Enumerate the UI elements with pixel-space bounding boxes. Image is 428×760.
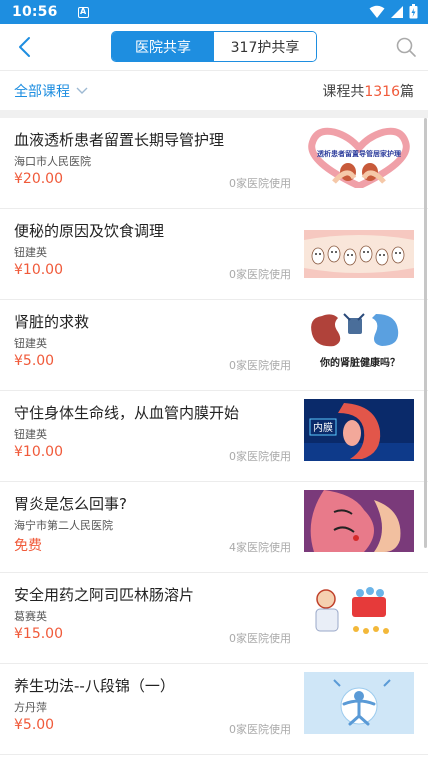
share-tab-switcher: 医院共享 317护共享 [111, 31, 317, 62]
course-usage: 4家医院使用 [229, 541, 291, 554]
course-author: 钮建英 [14, 246, 47, 259]
tab-317-share[interactable]: 317护共享 [214, 32, 316, 61]
course-usage: 0家医院使用 [229, 177, 291, 190]
course-title: 胃炎是怎么回事? [14, 495, 127, 513]
course-count-suffix: 篇 [400, 83, 414, 100]
status-bar: 10:56 A [0, 0, 428, 24]
filter-bar: 全部课程 课程共1316篇 [0, 70, 428, 110]
course-price: 免费 [14, 538, 42, 554]
course-price: ¥15.00 [14, 626, 63, 642]
course-author: 葛赛英 [14, 610, 47, 623]
course-usage: 0家医院使用 [229, 723, 291, 736]
course-item[interactable]: 血液透析患者留置长期导管护理 海口市人民医院 ¥20.00 0家医院使用 透析患… [0, 118, 428, 209]
course-title: 肾脏的求救 [14, 313, 90, 331]
thumb-caption: 内膜 [313, 421, 333, 434]
course-item[interactable]: 便秘的原因及饮食调理 钮建英 ¥10.00 0家医院使用 [0, 209, 428, 300]
course-author: 海口市人民医院 [14, 155, 91, 168]
search-icon [396, 37, 416, 57]
chevron-down-icon [76, 87, 88, 94]
course-title: 血液透析患者留置长期导管护理 [14, 131, 225, 149]
course-title: 便秘的原因及饮食调理 [14, 222, 165, 240]
course-author: 钮建英 [14, 337, 47, 350]
notification-icon: A [77, 6, 89, 18]
category-filter-dropdown[interactable]: 全部课程 [14, 81, 88, 101]
course-author: 海宁市第二人民医院 [14, 519, 113, 532]
course-count: 课程共1316篇 [322, 81, 414, 101]
course-author: 方丹萍 [14, 701, 47, 714]
blood-vessel-illustration: 内膜 [304, 399, 414, 461]
wifi-icon [369, 5, 385, 18]
stomach-ache-illustration [304, 490, 414, 552]
course-item[interactable]: 养生功法--八段锦（一） 方丹萍 ¥5.00 0家医院使用 [0, 664, 428, 755]
course-price: ¥10.00 [14, 444, 63, 460]
course-count-prefix: 课程共 [322, 83, 365, 100]
intestine-cartoon-illustration [304, 230, 414, 278]
course-item[interactable]: 肾脏的求救 钮建英 ¥5.00 0家医院使用 你的肾脏健康吗？ [0, 300, 428, 391]
course-usage: 0家医院使用 [229, 450, 291, 463]
divider [0, 110, 428, 118]
category-filter-label: 全部课程 [14, 83, 70, 100]
course-usage: 0家医院使用 [229, 632, 291, 645]
thumb-caption: 你的肾脏健康吗？ [319, 356, 400, 369]
dialysis-catheter-illustration: 透析患者留置导管居家护理 [304, 126, 414, 188]
course-title: 安全用药之阿司匹林肠溶片 [14, 586, 195, 604]
back-arrow-icon [19, 37, 30, 57]
course-item[interactable]: 安全用药之阿司匹林肠溶片 葛赛英 ¥15.00 0家医院使用 [0, 573, 428, 664]
course-author: 钮建英 [14, 428, 47, 441]
course-item[interactable]: 胃炎是怎么回事? 海宁市第二人民医院 免费 4家医院使用 [0, 482, 428, 573]
tab-hospital-share[interactable]: 医院共享 [112, 32, 214, 61]
back-button[interactable] [10, 33, 38, 61]
course-count-value: 1316 [364, 83, 400, 100]
qigong-figure-illustration [304, 672, 414, 734]
course-title: 养生功法--八段锦（一） [14, 677, 175, 695]
course-price: ¥5.00 [14, 717, 55, 733]
course-price: ¥20.00 [14, 171, 63, 187]
app-header: 医院共享 317护共享 [0, 24, 428, 70]
scrollbar[interactable] [424, 118, 427, 548]
doctor-medicine-illustration [304, 581, 414, 643]
course-usage: 0家医院使用 [229, 359, 291, 372]
course-price: ¥5.00 [14, 353, 55, 369]
status-time: 10:56 [12, 4, 58, 20]
battery-icon [409, 4, 418, 19]
signal-icon [391, 5, 403, 18]
course-title: 守住身体生命线，从血管内膜开始 [14, 404, 240, 422]
kidney-cartoon-illustration: 你的肾脏健康吗？ [304, 308, 414, 370]
course-price: ¥10.00 [14, 262, 63, 278]
course-item[interactable]: 守住身体生命线，从血管内膜开始 钮建英 ¥10.00 0家医院使用 内膜 [0, 391, 428, 482]
thumb-caption: 透析患者留置导管居家护理 [317, 149, 401, 158]
course-usage: 0家医院使用 [229, 268, 291, 281]
status-icons [369, 4, 418, 19]
course-list: 血液透析患者留置长期导管护理 海口市人民医院 ¥20.00 0家医院使用 透析患… [0, 118, 428, 755]
search-button[interactable] [392, 33, 420, 61]
